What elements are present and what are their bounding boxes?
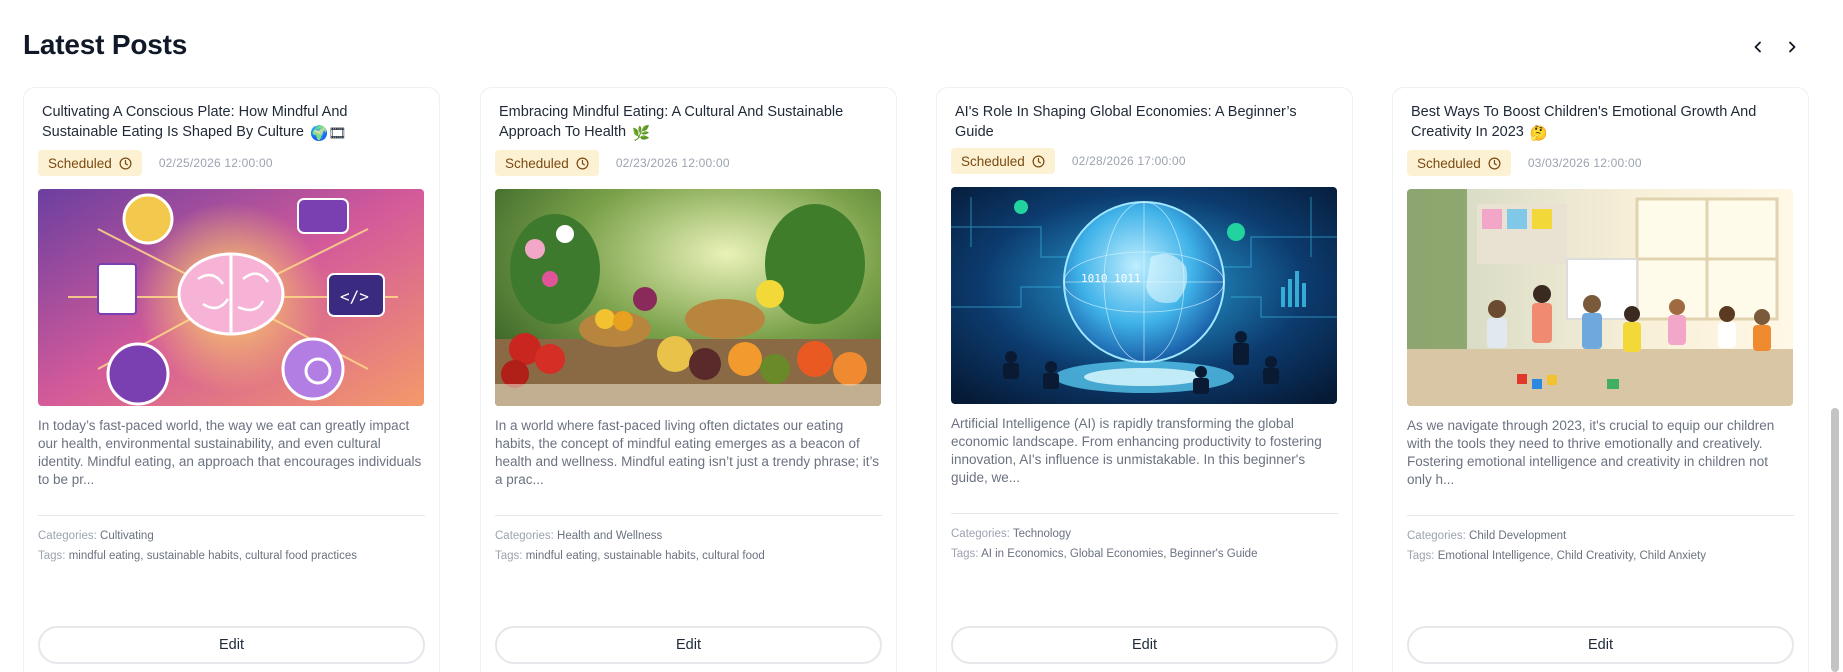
clock-icon bbox=[576, 157, 589, 169]
post-excerpt: In a world where fast-paced living often… bbox=[495, 418, 879, 487]
post-excerpt: As we navigate through 2023, it's crucia… bbox=[1407, 418, 1775, 487]
divider bbox=[951, 513, 1338, 514]
edit-button[interactable]: Edit bbox=[951, 626, 1338, 664]
post-tags: Tags: mindful eating, sustainable habits… bbox=[495, 550, 765, 562]
post-categories: Categories: Technology bbox=[951, 528, 1071, 540]
title-emoji: 🌿 bbox=[632, 126, 651, 142]
post-tags: Tags: Emotional Intelligence, Child Crea… bbox=[1407, 550, 1706, 562]
post-image[interactable] bbox=[495, 189, 881, 406]
scrollbar[interactable] bbox=[1829, 0, 1841, 672]
status-badge: Scheduled bbox=[951, 148, 1055, 174]
posts-carousel: Cultivating A Conscious Plate: How Mindf… bbox=[23, 87, 1809, 672]
section-header: Latest Posts bbox=[23, 26, 1803, 66]
svg-text:1010 1011: 1010 1011 bbox=[1081, 272, 1141, 285]
status-label: Scheduled bbox=[961, 153, 1025, 169]
post-title[interactable]: AI's Role In Shaping Global Economies: A… bbox=[951, 102, 1338, 142]
divider bbox=[495, 515, 882, 516]
scheduled-datetime: 02/25/2026 12:00:00 bbox=[158, 156, 273, 170]
next-button[interactable] bbox=[1781, 36, 1803, 58]
page-title: Latest Posts bbox=[23, 29, 188, 60]
divider bbox=[38, 515, 425, 516]
title-emoji: 🤔 bbox=[1529, 126, 1548, 142]
title-emoji: 🌍🎞 bbox=[310, 126, 347, 142]
scrollbar-thumb[interactable] bbox=[1831, 408, 1839, 672]
status-label: Scheduled bbox=[48, 155, 112, 171]
status-badge: Scheduled bbox=[1407, 150, 1511, 176]
post-tags: Tags: mindful eating, sustainable habits… bbox=[38, 550, 358, 562]
carousel-nav bbox=[1747, 36, 1803, 58]
post-title[interactable]: Cultivating A Conscious Plate: How Mindf… bbox=[38, 102, 425, 144]
chevron-right-icon bbox=[1789, 41, 1796, 53]
scheduled-datetime: 03/03/2026 12:00:00 bbox=[1527, 156, 1642, 170]
post-excerpt: In today’s fast-paced world, the way we … bbox=[38, 418, 422, 487]
post-title[interactable]: Best Ways To Boost Children's Emotional … bbox=[1407, 102, 1794, 144]
prev-button[interactable] bbox=[1747, 36, 1769, 58]
edit-button[interactable]: Edit bbox=[1407, 626, 1794, 664]
scheduled-datetime: 02/23/2026 12:00:00 bbox=[615, 156, 730, 170]
post-image[interactable]: </> bbox=[38, 189, 424, 406]
status-label: Scheduled bbox=[1417, 155, 1481, 171]
post-excerpt: Artificial Intelligence (AI) is rapidly … bbox=[951, 416, 1322, 485]
post-categories: Categories: Child Development bbox=[1407, 530, 1567, 542]
post-card: Best Ways To Boost Children's Emotional … bbox=[1392, 87, 1809, 672]
post-image[interactable] bbox=[1407, 189, 1793, 406]
status-badge: Scheduled bbox=[495, 150, 599, 176]
status-badge: Scheduled bbox=[38, 150, 142, 176]
clock-icon bbox=[1032, 155, 1045, 167]
post-title[interactable]: Embracing Mindful Eating: A Cultural And… bbox=[495, 102, 882, 144]
post-tags: Tags: AI in Economics, Global Economies,… bbox=[951, 548, 1258, 560]
chevron-left-icon bbox=[1754, 41, 1761, 53]
clock-icon bbox=[1488, 157, 1501, 169]
post-card: AI's Role In Shaping Global Economies: A… bbox=[936, 87, 1353, 672]
clock-icon bbox=[119, 157, 132, 169]
edit-button[interactable]: Edit bbox=[38, 626, 425, 664]
post-card: Cultivating A Conscious Plate: How Mindf… bbox=[23, 87, 440, 672]
post-categories: Categories: Health and Wellness bbox=[495, 530, 663, 542]
divider bbox=[1407, 515, 1794, 516]
post-image[interactable]: 1010 1011 bbox=[951, 187, 1337, 404]
edit-button[interactable]: Edit bbox=[495, 626, 882, 664]
post-categories: Categories: Cultivating bbox=[38, 530, 154, 542]
scheduled-datetime: 02/28/2026 17:00:00 bbox=[1071, 154, 1186, 168]
post-card: Embracing Mindful Eating: A Cultural And… bbox=[480, 87, 897, 672]
svg-text:</>: </> bbox=[340, 287, 369, 306]
status-label: Scheduled bbox=[505, 155, 569, 171]
